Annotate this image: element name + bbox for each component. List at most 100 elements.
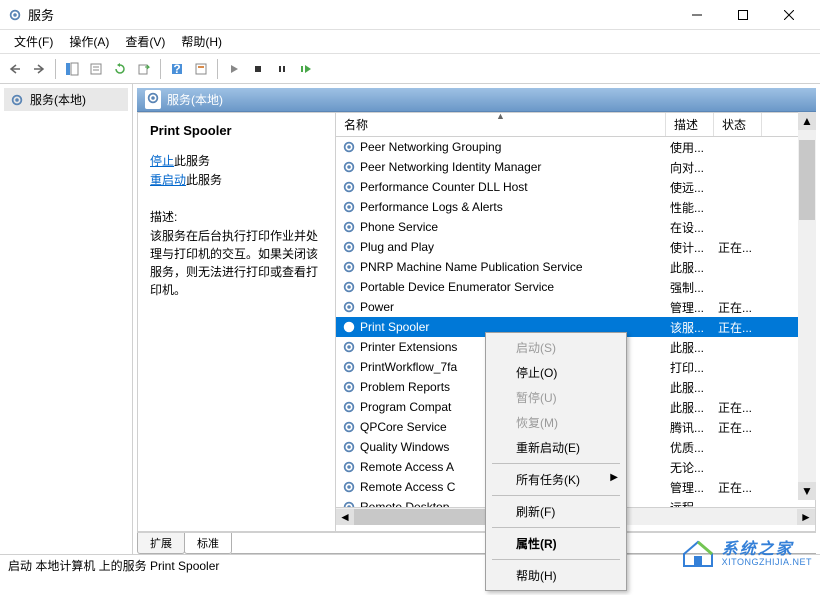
stop-service-line: 停止此服务 [150, 152, 323, 169]
forward-button[interactable] [28, 58, 50, 80]
nav-services-local[interactable]: 服务(本地) [4, 88, 128, 111]
vscroll-track[interactable] [798, 130, 816, 482]
service-row[interactable]: Plug and Play使计...正在... [336, 237, 815, 257]
service-row[interactable]: Power管理...正在... [336, 297, 815, 317]
tab-extended[interactable]: 扩展 [137, 533, 185, 554]
hscroll-right-arrow[interactable]: ► [797, 509, 815, 525]
stop-service-button[interactable] [247, 58, 269, 80]
gear-icon [342, 280, 356, 294]
close-button[interactable] [766, 1, 812, 29]
context-menu-item[interactable]: 所有任务(K)▶ [488, 467, 624, 492]
pause-service-button[interactable] [271, 58, 293, 80]
service-desc: 使远... [666, 179, 714, 196]
detail-pane: Print Spooler 停止此服务 重启动此服务 描述: 该服务在后台执行打… [138, 113, 336, 531]
gear-icon [342, 420, 356, 434]
help-button[interactable]: ? [166, 58, 188, 80]
service-name: QPCore Service [360, 420, 447, 434]
service-name: Printer Extensions [360, 340, 457, 354]
start-service-button[interactable] [223, 58, 245, 80]
service-desc: 打印... [666, 359, 714, 376]
menu-file[interactable]: 文件(F) [6, 30, 61, 53]
gear-icon [342, 360, 356, 374]
vertical-scrollbar[interactable]: ▲ ▼ [798, 112, 816, 500]
export-button[interactable] [133, 58, 155, 80]
sort-asc-icon: ▲ [496, 113, 505, 121]
right-body: Print Spooler 停止此服务 重启动此服务 描述: 该服务在后台执行打… [137, 112, 816, 532]
menu-separator [492, 559, 620, 560]
gear-icon [342, 400, 356, 414]
service-row[interactable]: Peer Networking Identity Manager向对... [336, 157, 815, 177]
service-row[interactable]: Performance Logs & Alerts性能... [336, 197, 815, 217]
toolbar-extra-button[interactable] [190, 58, 212, 80]
vscroll-down-arrow[interactable]: ▼ [798, 482, 816, 500]
hscroll-left-arrow[interactable]: ◄ [336, 509, 354, 525]
context-menu-item: 恢复(M) [488, 410, 624, 435]
service-row[interactable]: Peer Networking Grouping使用... [336, 137, 815, 157]
restart-service-link[interactable]: 重启动 [150, 173, 186, 187]
service-desc: 管理... [666, 299, 714, 316]
context-menu-item[interactable]: 帮助(H) [488, 563, 624, 588]
context-menu-item[interactable]: 重新启动(E) [488, 435, 624, 460]
service-row[interactable]: Phone Service在设... [336, 217, 815, 237]
service-row[interactable]: Portable Device Enumerator Service强制... [336, 277, 815, 297]
gear-icon [342, 200, 356, 214]
stop-service-link[interactable]: 停止 [150, 154, 174, 168]
service-desc: 无论... [666, 459, 714, 476]
gear-icon [342, 380, 356, 394]
gear-icon [342, 340, 356, 354]
toolbar: ? [0, 54, 820, 84]
status-text: 启动 本地计算机 上的服务 Print Spooler [8, 557, 219, 574]
col-name[interactable]: ▲名称 [336, 113, 666, 136]
service-status: 正在... [714, 479, 762, 496]
gear-icon [10, 93, 24, 107]
context-menu-item[interactable]: 刷新(F) [488, 499, 624, 524]
vscroll-up-arrow[interactable]: ▲ [798, 112, 816, 130]
service-status: 正在... [714, 399, 762, 416]
gear-icon [342, 180, 356, 194]
menu-separator [492, 495, 620, 496]
service-desc: 该服... [666, 319, 714, 336]
col-status[interactable]: 状态 [714, 113, 762, 136]
service-desc: 此服... [666, 339, 714, 356]
col-desc[interactable]: 描述 [666, 113, 714, 136]
tab-standard[interactable]: 标准 [184, 533, 232, 554]
context-menu-item[interactable]: 属性(R) [488, 531, 624, 556]
service-row[interactable]: PNRP Machine Name Publication Service此服.… [336, 257, 815, 277]
service-name: Problem Reports [360, 380, 450, 394]
context-menu-item: 启动(S) [488, 335, 624, 360]
gear-icon [342, 440, 356, 454]
right-content-pane: 服务(本地) Print Spooler 停止此服务 重启动此服务 描述: 该服… [133, 84, 820, 554]
gear-icon [342, 500, 356, 507]
maximize-button[interactable] [720, 1, 766, 29]
app-icon [8, 8, 22, 22]
service-desc: 管理... [666, 479, 714, 496]
menu-action[interactable]: 操作(A) [61, 30, 117, 53]
minimize-button[interactable] [674, 1, 720, 29]
menu-help[interactable]: 帮助(H) [173, 30, 230, 53]
context-menu[interactable]: 启动(S)停止(O)暂停(U)恢复(M)重新启动(E) 所有任务(K)▶ 刷新(F)… [485, 332, 627, 591]
restart-service-line: 重启动此服务 [150, 171, 323, 188]
menu-view[interactable]: 查看(V) [117, 30, 173, 53]
service-desc: 性能... [666, 199, 714, 216]
panel-header: 服务(本地) [137, 88, 816, 112]
context-menu-item[interactable]: 停止(O) [488, 360, 624, 385]
context-menu-item: 暂停(U) [488, 385, 624, 410]
properties-button[interactable] [85, 58, 107, 80]
refresh-button[interactable] [109, 58, 131, 80]
gear-icon [342, 300, 356, 314]
service-name: Portable Device Enumerator Service [360, 280, 554, 294]
show-hide-tree-button[interactable] [61, 58, 83, 80]
titlebar: 服务 [0, 0, 820, 30]
service-name: Peer Networking Grouping [360, 140, 501, 154]
gear-icon [342, 480, 356, 494]
service-status: 正在... [714, 299, 762, 316]
service-row[interactable]: Performance Counter DLL Host使远... [336, 177, 815, 197]
service-desc: 腾讯... [666, 419, 714, 436]
restart-service-button[interactable] [295, 58, 317, 80]
vscroll-thumb[interactable] [799, 140, 815, 220]
back-button[interactable] [4, 58, 26, 80]
main-area: 服务(本地) 服务(本地) Print Spooler 停止此服务 重启动此服务… [0, 84, 820, 554]
menu-separator [492, 463, 620, 464]
house-icon [680, 538, 716, 571]
service-desc: 此服... [666, 379, 714, 396]
